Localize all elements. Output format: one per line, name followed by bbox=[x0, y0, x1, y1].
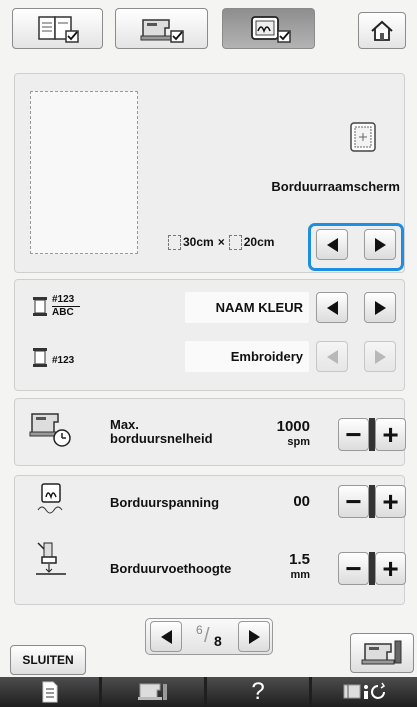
frame-prev-button[interactable] bbox=[316, 229, 348, 260]
thread-number-name-icon: #123 ABC bbox=[32, 292, 82, 322]
foot-height-value: 1.5 bbox=[289, 551, 310, 568]
left-arrow-icon bbox=[326, 300, 338, 315]
thread-brand-prev-button[interactable] bbox=[316, 341, 348, 372]
foot-height-plus-button[interactable]: + bbox=[375, 552, 406, 585]
right-arrow-icon bbox=[248, 629, 260, 644]
tension-label: Borduurspanning bbox=[110, 495, 220, 510]
max-speed-value: 1000 bbox=[276, 418, 310, 435]
thread-code-text: #123 bbox=[52, 355, 75, 366]
thread-display-next-button[interactable] bbox=[364, 292, 396, 323]
page-indicator: 6 / 8 bbox=[196, 623, 222, 649]
sewing-machine-icon bbox=[140, 18, 184, 43]
machine-settings-tab[interactable] bbox=[115, 8, 208, 49]
page-current: 6 bbox=[196, 623, 203, 637]
home-button[interactable] bbox=[358, 12, 406, 49]
sewing-machine-icon bbox=[361, 640, 402, 665]
thread-display-value: NAAM KLEUR bbox=[185, 292, 309, 323]
embroidery-settings-tab[interactable] bbox=[222, 8, 315, 49]
sewing-machine-icon bbox=[138, 683, 167, 700]
thread-brand-next-button[interactable] bbox=[364, 341, 396, 372]
max-speed-plus-button[interactable]: + bbox=[375, 418, 406, 451]
tension-value: 00 bbox=[293, 493, 310, 510]
thread-number-icon: #123 bbox=[32, 345, 82, 371]
page-next-button[interactable] bbox=[238, 621, 270, 652]
book-checklist-icon bbox=[37, 15, 79, 43]
max-speed-label-2: borduursnelheid bbox=[110, 431, 213, 446]
thread-abc-text: ABC bbox=[52, 306, 80, 318]
max-speed-unit: spm bbox=[287, 436, 310, 448]
frame-width-icon bbox=[228, 234, 242, 250]
pattern-settings-tab[interactable] bbox=[12, 8, 103, 49]
right-arrow-icon bbox=[374, 237, 386, 252]
thread-brand-value: Embroidery bbox=[185, 341, 309, 372]
spool-icon bbox=[33, 297, 47, 316]
frame-height-icon bbox=[168, 234, 181, 250]
thread-display-prev-button[interactable] bbox=[316, 292, 348, 323]
frame-height-value: 20cm bbox=[243, 235, 275, 249]
bottom-settings-button[interactable] bbox=[312, 677, 417, 707]
settings-icon bbox=[343, 682, 385, 699]
tension-stepper: − + bbox=[338, 485, 406, 518]
times-sign: × bbox=[217, 235, 225, 249]
tension-plus-button[interactable]: + bbox=[375, 485, 406, 518]
machine-speed-icon bbox=[29, 413, 71, 447]
frame-width-value: 30cm bbox=[183, 235, 214, 249]
frame-next-button[interactable] bbox=[364, 229, 396, 260]
spool-icon bbox=[33, 348, 47, 367]
help-icon: ? bbox=[251, 678, 265, 705]
embroidery-frame-icon bbox=[350, 122, 376, 152]
thread-code-text: #123 bbox=[52, 294, 75, 305]
right-arrow-icon bbox=[374, 349, 386, 364]
bottom-machine-button[interactable] bbox=[102, 677, 204, 707]
frame-size-display: 30cm × 20cm bbox=[168, 228, 310, 256]
bottom-document-button[interactable] bbox=[0, 677, 99, 707]
bottom-help-button[interactable]: ? bbox=[207, 677, 309, 707]
left-arrow-icon bbox=[326, 237, 338, 252]
max-speed-minus-button[interactable]: − bbox=[338, 418, 369, 451]
foot-height-minus-button[interactable]: − bbox=[338, 552, 369, 585]
frame-label: Borduurraamscherm bbox=[271, 179, 400, 194]
foot-height-label: Borduurvoethoogte bbox=[110, 561, 232, 576]
presser-foot-icon bbox=[36, 542, 66, 575]
left-arrow-icon bbox=[160, 629, 172, 644]
close-button[interactable]: SLUITEN bbox=[10, 645, 86, 675]
embroidery-frame-icon bbox=[250, 15, 291, 43]
foot-height-stepper: − + bbox=[338, 552, 406, 585]
page-total: 8 bbox=[214, 633, 222, 649]
machine-view-button[interactable] bbox=[350, 633, 414, 673]
document-icon bbox=[42, 681, 57, 703]
frame-preview bbox=[30, 91, 138, 254]
max-speed-label-1: Max. bbox=[110, 417, 139, 432]
max-speed-stepper: − + bbox=[338, 418, 406, 451]
page-prev-button[interactable] bbox=[150, 621, 182, 652]
foot-height-unit: mm bbox=[290, 569, 310, 581]
left-arrow-icon bbox=[326, 349, 338, 364]
home-icon bbox=[371, 20, 393, 41]
tension-minus-button[interactable]: − bbox=[338, 485, 369, 518]
right-arrow-icon bbox=[374, 300, 386, 315]
thread-tension-icon bbox=[37, 483, 63, 514]
